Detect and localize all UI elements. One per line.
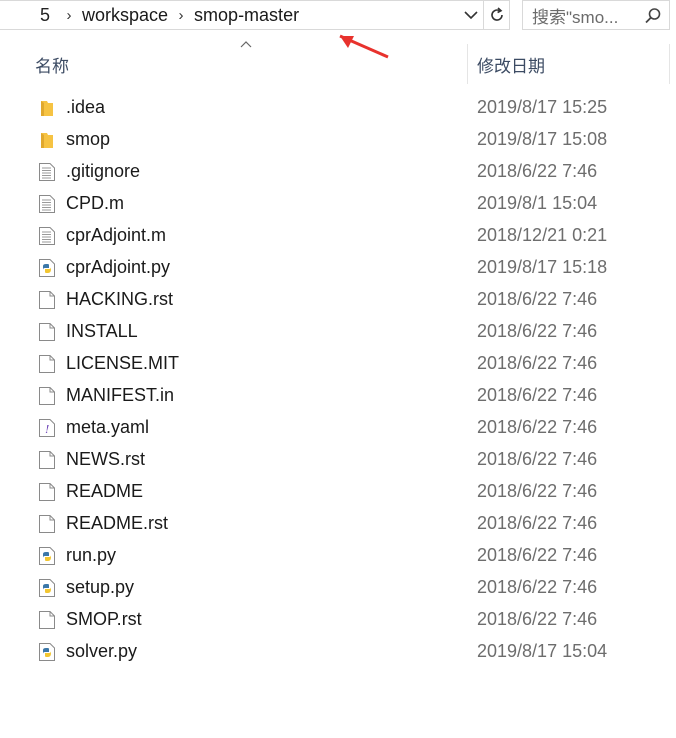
file-row[interactable]: MANIFEST.in 2018/6/22 7:46: [0, 380, 676, 412]
file-row[interactable]: INSTALL 2018/6/22 7:46: [0, 316, 676, 348]
chevron-right-icon[interactable]: ›: [60, 7, 78, 24]
refresh-icon: [490, 7, 503, 21]
breadcrumb[interactable]: 5 › workspace › smop-master: [0, 0, 484, 30]
yaml-file-icon: !: [38, 418, 56, 438]
column-header-name[interactable]: 名称: [35, 52, 69, 77]
file-name[interactable]: SMOP.rst: [66, 609, 142, 630]
blank-file-icon: [38, 610, 56, 630]
address-bar: 5 › workspace › smop-master 搜索"smo...: [0, 0, 676, 30]
file-name[interactable]: README: [66, 481, 143, 502]
breadcrumb-truncated: 5: [0, 0, 60, 30]
file-date-modified: 2018/6/22 7:46: [477, 481, 598, 501]
file-name[interactable]: README.rst: [66, 513, 168, 534]
file-date-modified: 2018/6/22 7:46: [477, 609, 598, 629]
file-name[interactable]: setup.py: [66, 577, 134, 598]
file-name[interactable]: LICENSE.MIT: [66, 353, 179, 374]
file-name[interactable]: cprAdjoint.m: [66, 225, 166, 246]
column-divider[interactable]: [467, 44, 468, 84]
file-row[interactable]: smop 2019/8/17 15:08: [0, 124, 676, 156]
file-row[interactable]: SMOP.rst 2018/6/22 7:46: [0, 604, 676, 636]
file-name[interactable]: MANIFEST.in: [66, 385, 174, 406]
file-date-modified: 2018/6/22 7:46: [477, 321, 598, 341]
file-row[interactable]: cprAdjoint.py 2019/8/17 15:18: [0, 252, 676, 284]
svg-text:!: !: [45, 423, 49, 436]
file-date-modified: 2018/12/21 0:21: [477, 225, 608, 245]
file-date-modified: 2019/8/1 15:04: [477, 193, 598, 213]
file-name[interactable]: NEWS.rst: [66, 449, 145, 470]
annotation-arrow: [339, 34, 389, 59]
column-header-date-modified[interactable]: 修改日期: [477, 52, 545, 77]
file-row[interactable]: .gitignore 2018/6/22 7:46: [0, 156, 676, 188]
file-row[interactable]: run.py 2018/6/22 7:46: [0, 540, 676, 572]
file-date-modified: 2019/8/17 15:04: [477, 641, 608, 661]
file-row[interactable]: README.rst 2018/6/22 7:46: [0, 508, 676, 540]
file-date-modified: 2018/6/22 7:46: [477, 449, 598, 469]
blank-file-icon: [38, 514, 56, 534]
refresh-button[interactable]: [484, 0, 510, 30]
search-input[interactable]: 搜索"smo...: [532, 3, 636, 28]
file-name[interactable]: HACKING.rst: [66, 289, 173, 310]
python-file-icon: [38, 642, 56, 662]
file-row[interactable]: CPD.m 2019/8/1 15:04: [0, 188, 676, 220]
file-row[interactable]: HACKING.rst 2018/6/22 7:46: [0, 284, 676, 316]
file-name[interactable]: meta.yaml: [66, 417, 149, 438]
blank-file-icon: [38, 322, 56, 342]
blank-file-icon: [38, 482, 56, 502]
file-name[interactable]: INSTALL: [66, 321, 138, 342]
blank-file-icon: [38, 354, 56, 374]
file-row[interactable]: README 2018/6/22 7:46: [0, 476, 676, 508]
chevron-right-icon[interactable]: ›: [172, 7, 190, 24]
file-name[interactable]: CPD.m: [66, 193, 124, 214]
breadcrumb-workspace[interactable]: workspace: [78, 5, 172, 26]
file-name[interactable]: cprAdjoint.py: [66, 257, 170, 278]
file-row[interactable]: cprAdjoint.m 2018/12/21 0:21: [0, 220, 676, 252]
search-box[interactable]: 搜索"smo...: [522, 0, 670, 30]
file-date-modified: 2018/6/22 7:46: [477, 353, 598, 373]
breadcrumb-prefix: 5: [39, 4, 50, 25]
breadcrumb-smop-master[interactable]: smop-master: [190, 5, 303, 26]
file-name[interactable]: run.py: [66, 545, 116, 566]
file-name[interactable]: smop: [66, 129, 110, 150]
sort-caret-icon: [240, 41, 252, 48]
blank-file-icon: [38, 290, 56, 310]
file-name[interactable]: .gitignore: [66, 161, 140, 182]
blank-file-icon: [38, 450, 56, 470]
chevron-down-icon[interactable]: [460, 4, 482, 26]
folder-icon: [38, 130, 56, 150]
search-icon[interactable]: [643, 6, 663, 26]
python-file-icon: [38, 546, 56, 566]
file-date-modified: 2018/6/22 7:46: [477, 417, 598, 437]
file-date-modified: 2018/6/22 7:46: [477, 161, 598, 181]
file-date-modified: 2019/8/17 15:18: [477, 257, 608, 277]
file-date-modified: 2019/8/17 15:25: [477, 97, 608, 117]
file-date-modified: 2018/6/22 7:46: [477, 513, 598, 533]
text-file-icon: [38, 194, 56, 214]
folder-icon: [38, 98, 56, 118]
file-row[interactable]: .idea 2019/8/17 15:25: [0, 92, 676, 124]
column-divider[interactable]: [669, 44, 670, 84]
text-file-icon: [38, 226, 56, 246]
python-file-icon: [38, 578, 56, 598]
file-date-modified: 2018/6/22 7:46: [477, 289, 598, 309]
file-name[interactable]: solver.py: [66, 641, 137, 662]
text-file-icon: [38, 162, 56, 182]
file-row[interactable]: LICENSE.MIT 2018/6/22 7:46: [0, 348, 676, 380]
file-date-modified: 2018/6/22 7:46: [477, 385, 598, 405]
file-name[interactable]: .idea: [66, 97, 105, 118]
file-row[interactable]: setup.py 2018/6/22 7:46: [0, 572, 676, 604]
file-row[interactable]: ! meta.yaml 2018/6/22 7:46: [0, 412, 676, 444]
file-row[interactable]: solver.py 2019/8/17 15:04: [0, 636, 676, 668]
file-row[interactable]: NEWS.rst 2018/6/22 7:46: [0, 444, 676, 476]
blank-file-icon: [38, 386, 56, 406]
file-date-modified: 2018/6/22 7:46: [477, 577, 598, 597]
file-date-modified: 2018/6/22 7:46: [477, 545, 598, 565]
file-date-modified: 2019/8/17 15:08: [477, 129, 608, 149]
python-file-icon: [38, 258, 56, 278]
file-list: .idea 2019/8/17 15:25 smop 2019/8/17 15:08.…: [0, 92, 676, 668]
